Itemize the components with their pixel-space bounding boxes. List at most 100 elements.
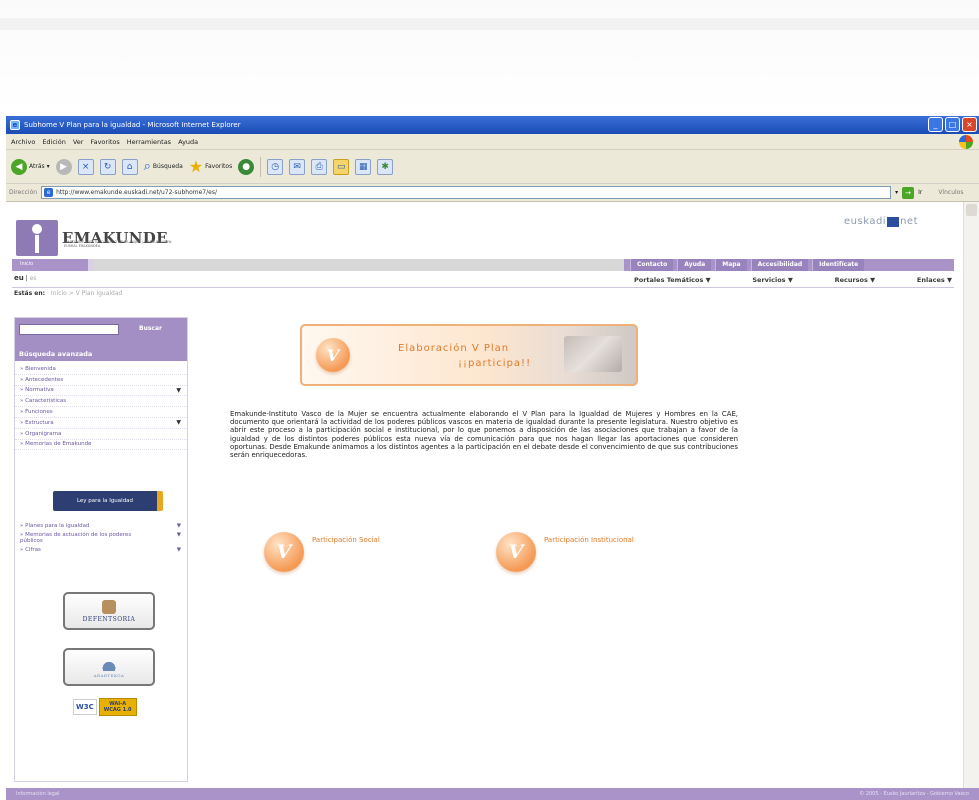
media-icon[interactable]: ● <box>238 158 255 175</box>
close-icon[interactable]: × <box>962 117 977 132</box>
address-dropdown-icon[interactable]: ▾ <box>895 189 898 196</box>
emakunde-logo[interactable]: EMAKUNDE <box>16 220 168 256</box>
menu-favoritos[interactable]: Favoritos <box>90 138 119 146</box>
sidebar-item-label: » Bienvenida <box>20 365 56 372</box>
defentsoria-badge[interactable]: DEFENTSORIA <box>63 592 155 630</box>
discuss-icon[interactable]: ▦ <box>355 158 372 175</box>
sidebar-item-caracteristicas[interactable]: » Características <box>15 396 187 408</box>
folder-icon[interactable]: ▭ <box>333 158 350 175</box>
page-footer: Información legal © 2005 - Eusko Jaurlar… <box>6 788 979 800</box>
mail-icon[interactable]: ✉ <box>289 158 306 175</box>
map-link[interactable]: Mapa <box>715 259 747 271</box>
address-bar: Dirección e http://www.emakunde.euskadi.… <box>6 184 979 202</box>
history-icon[interactable]: ◷ <box>267 158 284 175</box>
ararteko-label: ARARTEKOA <box>93 672 125 678</box>
expand-icon[interactable]: ▼ <box>177 532 181 538</box>
back-button[interactable]: ◀ Atrás ▾ <box>11 156 50 178</box>
search-submit-button[interactable]: Buscar <box>139 325 162 332</box>
menu-ver[interactable]: Ver <box>73 138 84 146</box>
participacion-social-link[interactable]: V Participación Social <box>264 532 380 572</box>
copyright-text: © 2005 - Eusko Jaurlaritza - Gobierno Va… <box>859 791 969 797</box>
breadcrumb-path[interactable]: Inicio > V Plan Igualdad <box>51 290 122 297</box>
menu-servicios[interactable]: Servicios ▼ <box>752 276 792 284</box>
expand-icon[interactable]: ▼ <box>176 387 181 394</box>
v-logo-icon: V <box>316 338 350 372</box>
sidebar-item-estructura[interactable]: » Estructura ▼ <box>15 418 187 429</box>
help-link[interactable]: Ayuda <box>677 259 712 271</box>
toolbar-separator <box>260 156 262 177</box>
menu-archivo[interactable]: Archivo <box>11 138 35 146</box>
search-button[interactable]: ⌕ Búsqueda <box>144 156 183 178</box>
sidebar-item-planes[interactable]: » Planes para la igualdad ▼ <box>15 523 187 529</box>
minimize-icon[interactable]: _ <box>928 117 943 132</box>
go-label[interactable]: Ir <box>918 189 922 196</box>
messenger-icon[interactable]: ✱ <box>377 158 394 175</box>
expand-icon[interactable]: ▼ <box>177 547 181 553</box>
euskadi-net-logo[interactable]: euskadi net <box>844 216 918 227</box>
maximize-icon[interactable]: □ <box>945 117 960 132</box>
menu-herramientas[interactable]: Herramientas <box>127 138 171 146</box>
legal-info-link[interactable]: Información legal <box>16 791 59 797</box>
breadcrumb: Estás en: Inicio > V Plan Igualdad <box>14 290 122 297</box>
expand-icon[interactable]: ▼ <box>177 523 181 529</box>
page-viewport: EMAKUNDE EMAKUNDE-INSTITUTO VASCO DE LA … <box>6 202 963 788</box>
sidebar-item-funciones[interactable]: » Funciones <box>15 407 187 418</box>
accessibility-link[interactable]: Accesibilidad <box>750 259 809 271</box>
participacion-institucional-label[interactable]: Participación Institucional <box>544 536 634 544</box>
sidebar-item-memorias[interactable]: » Memorias de Emakunde <box>15 440 187 451</box>
ley-igualdad-button[interactable]: Ley para la Igualdad <box>53 491 163 511</box>
banner-subtitle: ¡¡participa!! <box>458 358 532 369</box>
menu-ayuda[interactable]: Ayuda <box>178 138 198 146</box>
sidebar-item-memorias-actuacion[interactable]: » Memorias de actuación de los poderes p… <box>15 532 187 544</box>
favorites-button[interactable]: ★ Favoritos <box>189 156 232 178</box>
sidebar-item-normativa[interactable]: » Normativa ▼ <box>15 386 187 397</box>
v-logo-icon: V <box>264 532 304 572</box>
participacion-institucional-link[interactable]: V Participación Institucional <box>496 532 634 572</box>
wai-compliance-badge[interactable]: W3C WAI-A WCAG 1.0 <box>73 696 145 718</box>
print-icon[interactable]: ⎙ <box>311 158 328 175</box>
menu-edicion[interactable]: Edición <box>42 138 66 146</box>
links-label[interactable]: Vínculos <box>938 189 963 196</box>
language-switch: eu | es <box>14 274 37 282</box>
address-input[interactable]: e http://www.emakunde.euskadi.net/u72-su… <box>41 186 892 199</box>
go-arrow-icon[interactable]: → <box>902 186 915 199</box>
sidebar-item-antecedentes[interactable]: » Antecedentes <box>15 375 187 386</box>
top-navigation: Inicio Contacto Ayuda Mapa Accesibilidad… <box>12 259 954 271</box>
search-panel: Buscar Búsqueda avanzada <box>15 318 187 361</box>
expand-icon[interactable]: ▼ <box>176 419 181 426</box>
lang-es[interactable]: es <box>30 275 37 282</box>
page-icon: e <box>44 188 54 197</box>
sidebar-item-label: » Características <box>20 398 67 405</box>
menu-portales[interactable]: Portales Temáticos ▼ <box>634 276 711 284</box>
lang-eu[interactable]: eu <box>14 274 24 282</box>
breadcrumb-label: Estás en: <box>14 290 45 297</box>
home-icon[interactable]: ⌂ <box>121 158 138 175</box>
address-value: http://www.emakunde.euskadi.net/u72-subh… <box>56 189 217 196</box>
stop-icon[interactable]: × <box>77 158 94 175</box>
background-band <box>0 0 979 112</box>
contact-link[interactable]: Contacto <box>630 259 674 271</box>
back-dropdown-icon[interactable]: ▾ <box>47 163 50 170</box>
top-links: Contacto Ayuda Mapa Accesibilidad Identi… <box>630 259 865 271</box>
v-plan-banner[interactable]: V Elaboración V Plan ¡¡participa!! <box>300 324 638 386</box>
menu-enlaces[interactable]: Enlaces ▼ <box>917 276 952 284</box>
vertical-scrollbar[interactable] <box>963 202 979 788</box>
sidebar-item-bienvenida[interactable]: » Bienvenida <box>15 364 187 375</box>
defentsoria-label: DEFENTSORIA <box>82 615 136 623</box>
identify-link[interactable]: Identifícate <box>812 259 865 271</box>
scrollbar-thumb[interactable] <box>966 204 977 216</box>
ararteko-arch-icon <box>98 656 120 671</box>
back-arrow-icon: ◀ <box>11 158 27 175</box>
search-input[interactable] <box>19 324 119 335</box>
sidebar-item-organigrama[interactable]: » Organigrama <box>15 429 187 440</box>
sidebar-item-cifras[interactable]: » Cifras ▼ <box>15 547 187 553</box>
advanced-search-link[interactable]: Búsqueda avanzada <box>19 350 92 358</box>
home-link[interactable]: Inicio <box>20 261 33 267</box>
favorites-star-icon: ★ <box>188 157 204 176</box>
participacion-social-label[interactable]: Participación Social <box>312 536 380 544</box>
menu-recursos[interactable]: Recursos ▼ <box>835 276 876 284</box>
ararteko-badge[interactable]: ARARTEKOA <box>63 648 155 686</box>
forward-arrow-icon[interactable]: ▶ <box>55 158 72 175</box>
refresh-icon[interactable]: ↻ <box>99 158 116 175</box>
window-titlebar[interactable]: e Subhome V Plan para la igualdad - Micr… <box>6 116 979 134</box>
